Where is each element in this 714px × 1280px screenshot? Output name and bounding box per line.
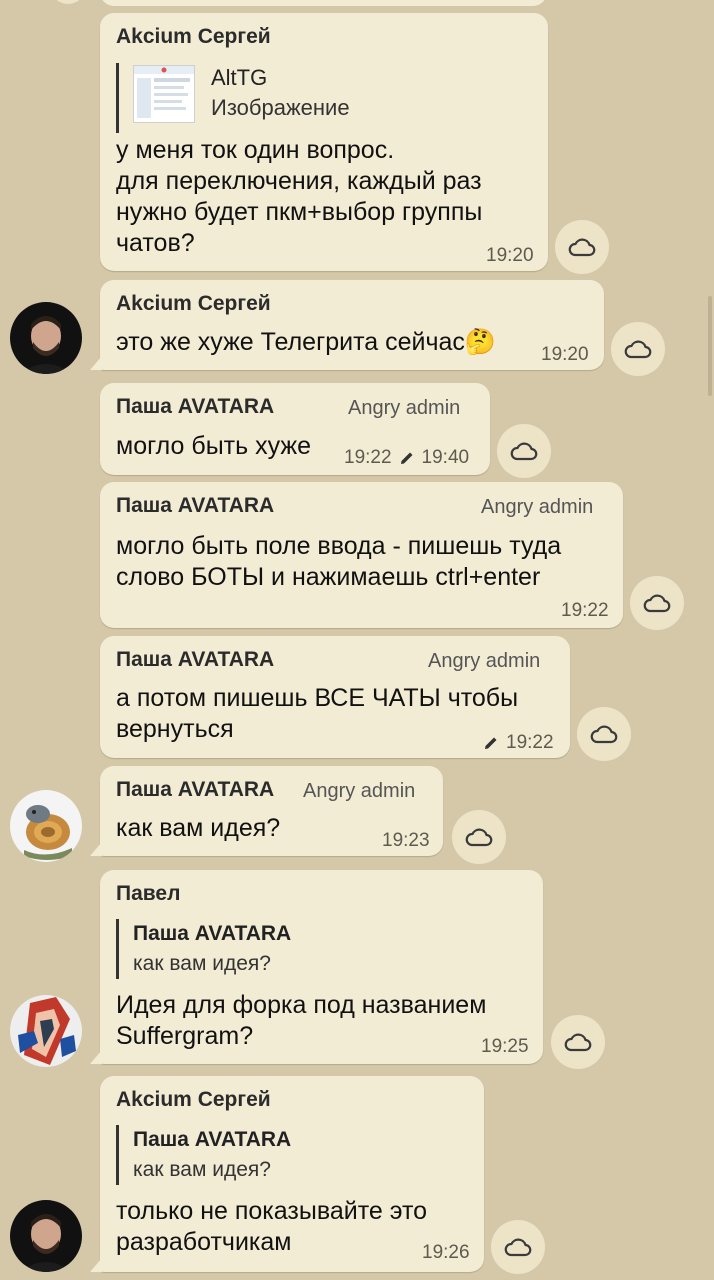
cloud-icon[interactable]: [551, 1015, 605, 1069]
cloud-icon[interactable]: [611, 322, 665, 376]
message-time: 19:20: [486, 245, 534, 266]
message-bubble[interactable]: Akcium Сергей это же хуже Телегрита сейч…: [100, 280, 604, 370]
cloud-icon[interactable]: [491, 1220, 545, 1274]
reply-text: как вам идея?: [133, 1158, 271, 1181]
message-bubble[interactable]: Паша AVATARA Angry admin как вам идея? 1…: [100, 766, 443, 856]
avatar-pasha[interactable]: [10, 790, 82, 862]
avatar-akcium[interactable]: [10, 1200, 82, 1272]
message-time: 19:22 19:40: [344, 447, 470, 468]
cloud-icon[interactable]: [497, 424, 551, 478]
reply-quote[interactable]: Паша AVATARA как вам идея?: [116, 919, 291, 979]
message-time: 19:26: [422, 1242, 470, 1263]
cloud-icon[interactable]: [555, 220, 609, 274]
reply-sender: Паша AVATARA: [133, 1128, 292, 1151]
admin-badge: Angry admin: [348, 397, 461, 419]
admin-badge: Angry admin: [481, 496, 594, 518]
message-time: 19:22: [482, 732, 554, 754]
message-time: 19:23: [382, 830, 430, 851]
reply-sender: Паша AVATARA: [133, 922, 292, 945]
message-text: а потом пишешь ВСЕ ЧАТЫ чтобы вернуться: [116, 684, 519, 743]
message-bubble[interactable]: Akcium Сергей AltTG Изображение у меня т…: [100, 13, 548, 271]
sender-name: Akcium Сергей: [116, 1088, 271, 1111]
scrollbar[interactable]: [708, 296, 712, 396]
message-bubble[interactable]: Паша AVATARA Angry admin могло быть поле…: [100, 482, 623, 628]
reply-quote[interactable]: Паша AVATARA как вам идея?: [116, 1125, 291, 1185]
cloud-icon[interactable]: [630, 576, 684, 630]
message-bubble[interactable]: Паша AVATARA Angry admin могло быть хуже…: [100, 383, 490, 475]
reply-text: Изображение: [211, 95, 350, 120]
previous-message-stub: [100, 0, 547, 6]
message-text: могло быть хуже: [116, 432, 311, 460]
message-time: 19:20: [541, 344, 589, 365]
cloud-icon[interactable]: [452, 810, 506, 864]
reply-text: как вам идея?: [133, 952, 271, 975]
reply-quote[interactable]: AltTG Изображение: [116, 63, 433, 133]
message-text: Идея для форка под названием Suffergram?: [116, 991, 487, 1050]
cloud-icon[interactable]: [577, 707, 631, 761]
reply-image-thumbnail: [133, 65, 195, 123]
message-text: как вам идея?: [116, 814, 281, 842]
pencil-icon: [485, 737, 497, 749]
admin-badge: Angry admin: [428, 650, 541, 672]
message-text: у меня ток один вопрос. для переключения…: [116, 136, 483, 257]
avatar-pavel[interactable]: [10, 995, 82, 1067]
sender-name: Паша AVATARA: [116, 778, 275, 801]
message-bubble[interactable]: Akcium Сергей Паша AVATARA как вам идея?…: [100, 1076, 484, 1272]
sender-name: Павел: [116, 882, 181, 905]
message-text: только не показывайте это разработчикам: [116, 1197, 428, 1256]
previous-action-button-stub: [50, 0, 86, 4]
message-bubble[interactable]: Паша AVATARA Angry admin а потом пишешь …: [100, 636, 570, 758]
message-text: могло быть поле ввода - пишешь туда слов…: [116, 532, 562, 591]
admin-badge: Angry admin: [303, 780, 416, 802]
message-time: 19:25: [481, 1036, 529, 1057]
message-time: 19:22: [561, 600, 609, 621]
message-text: это же хуже Телегрита сейчас🤔: [116, 328, 497, 356]
sender-name: Akcium Сергей: [116, 25, 271, 48]
sender-name: Паша AVATARA: [116, 494, 275, 517]
message-bubble[interactable]: Павел Паша AVATARA как вам идея? Идея дл…: [100, 870, 543, 1064]
pencil-icon: [400, 452, 413, 464]
sender-name: Паша AVATARA: [116, 648, 275, 671]
avatar-akcium[interactable]: [10, 302, 82, 374]
sender-name: Паша AVATARA: [116, 395, 275, 418]
sender-name: Akcium Сергей: [116, 292, 271, 315]
reply-sender: AltTG: [211, 65, 268, 90]
